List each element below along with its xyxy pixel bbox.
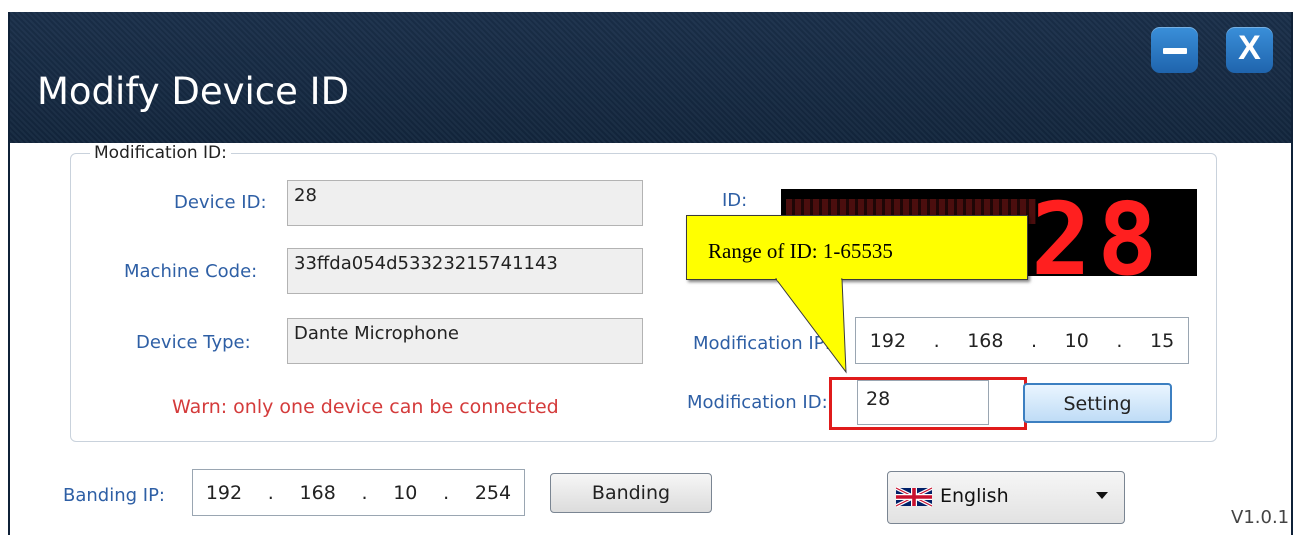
window-title: Modify Device ID [37,70,350,113]
id-range-callout: Range of ID: 1-65535 [686,215,1028,280]
ip-octet[interactable]: 192 [870,330,906,352]
close-button[interactable]: X [1226,27,1273,73]
ip-separator: . [933,329,940,352]
machine-code-label: Machine Code: [124,261,258,282]
machine-code-field[interactable]: 33ffda054d53323215741143 [287,248,643,294]
setting-button[interactable]: Setting [1023,383,1172,423]
device-type-field[interactable]: Dante Microphone [287,318,643,364]
minimize-icon [1163,48,1187,54]
ip-separator: . [1116,329,1123,352]
modification-ip-input[interactable]: 192 . 168 . 10 . 15 [855,317,1189,364]
led-id-digits: 28 [1031,189,1164,276]
modification-id-highlight-box [829,377,1027,430]
device-id-field[interactable]: 28 [287,180,643,226]
ip-octet[interactable]: 10 [393,482,417,504]
banding-ip-input[interactable]: 192 . 168 . 10 . 254 [192,469,525,516]
callout-text: Range of ID: 1-65535 [708,239,893,263]
ip-separator: . [361,481,368,504]
ip-octet[interactable]: 254 [475,482,511,504]
language-dropdown[interactable]: English [887,471,1125,524]
language-label: English [940,485,1009,507]
banding-button[interactable]: Banding [550,473,712,513]
ip-octet[interactable]: 10 [1065,330,1089,352]
ip-octet[interactable]: 15 [1150,330,1174,352]
ip-octet[interactable]: 168 [967,330,1003,352]
title-bar[interactable]: Modify Device ID X [10,12,1291,143]
device-id-label: Device ID: [174,192,267,213]
chevron-down-icon [1096,492,1108,499]
minimize-button[interactable] [1151,27,1198,73]
warning-message: Warn: only one device can be connected [172,396,559,418]
ip-separator: . [267,481,274,504]
version-label: V1.0.1 [1231,507,1290,528]
device-type-label: Device Type: [136,332,251,353]
modification-id-label: Modification ID: [687,392,828,413]
ip-separator: . [443,481,450,504]
uk-flag-icon [896,486,932,508]
modification-ip-label: Modification IP: [693,333,831,354]
banding-ip-label: Banding IP: [63,485,165,506]
id-display-label: ID: [722,190,748,211]
ip-octet[interactable]: 192 [206,482,242,504]
ip-octet[interactable]: 168 [300,482,336,504]
modification-group-legend: Modification ID: [90,143,231,163]
close-icon: X [1238,29,1261,67]
ip-separator: . [1031,329,1038,352]
